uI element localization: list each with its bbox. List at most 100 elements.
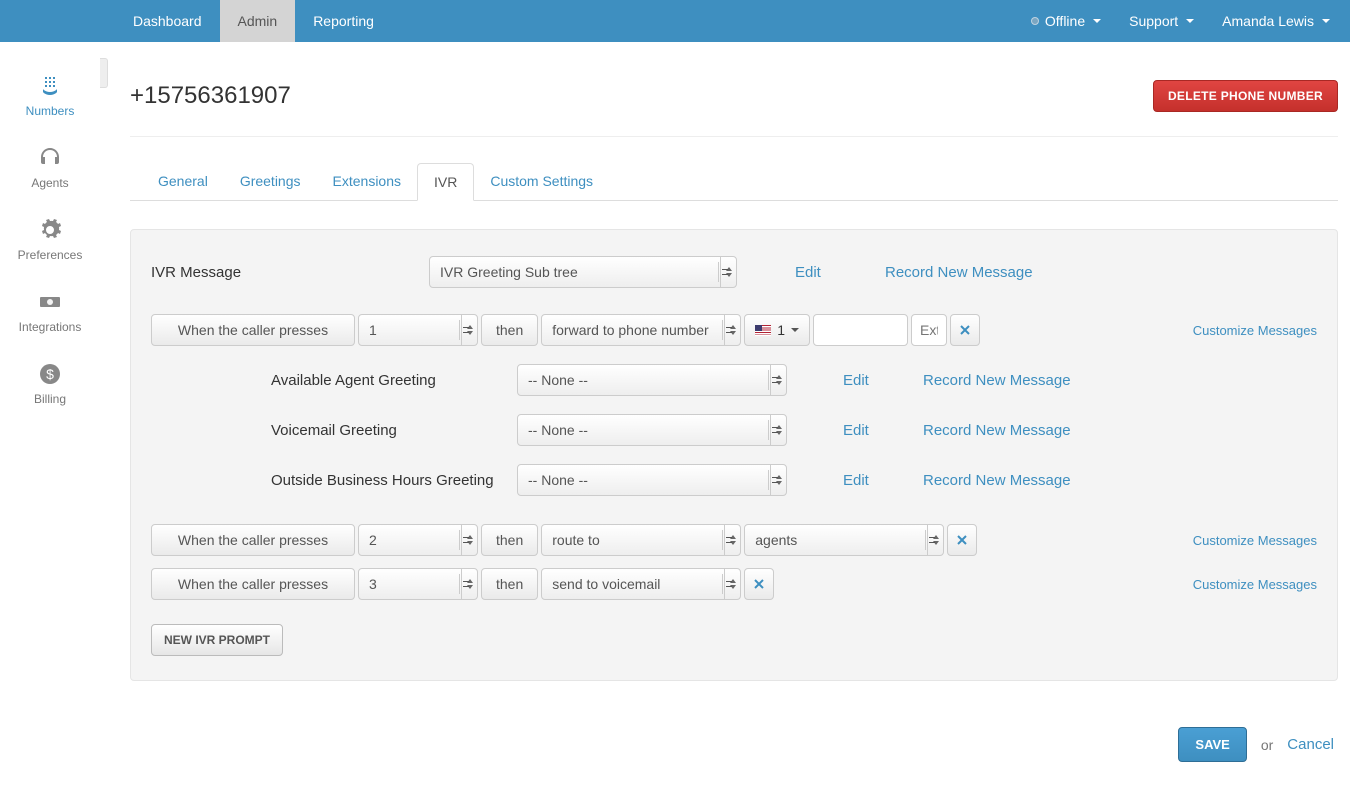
ivr-prompt-row: When the caller presses 2 then route to … bbox=[151, 524, 1317, 556]
target-select[interactable]: agents bbox=[744, 524, 944, 556]
then-button[interactable]: then bbox=[481, 524, 538, 556]
sidebar-item-billing[interactable]: $ Billing bbox=[0, 348, 100, 420]
greeting-edit-link[interactable]: Edit bbox=[843, 472, 923, 489]
when-presses-button[interactable]: When the caller presses bbox=[151, 524, 355, 556]
sidebar-item-agents[interactable]: Agents bbox=[0, 132, 100, 204]
dollar-circle-icon: $ bbox=[36, 362, 64, 386]
top-nav: Dashboard Admin Reporting bbox=[0, 0, 392, 42]
ivr-prompt-row: When the caller presses 1 then forward t… bbox=[151, 314, 1317, 346]
topbar-right: Offline Support Amanda Lewis bbox=[1031, 0, 1350, 42]
greeting-edit-link[interactable]: Edit bbox=[843, 422, 923, 439]
then-button[interactable]: then bbox=[481, 314, 538, 346]
tab-general[interactable]: General bbox=[142, 163, 224, 200]
greeting-select[interactable]: -- None -- bbox=[517, 464, 787, 496]
customize-messages-link[interactable]: Customize Messages bbox=[1193, 533, 1317, 548]
top-navbar-inner: Dashboard Admin Reporting Offline Suppor… bbox=[0, 0, 1350, 42]
page-title: +15756361907 bbox=[130, 82, 291, 110]
country-code: 1 bbox=[777, 322, 785, 338]
tab-greetings[interactable]: Greetings bbox=[224, 163, 317, 200]
status-dot-icon bbox=[1031, 17, 1039, 25]
greeting-select[interactable]: -- None -- bbox=[517, 364, 787, 396]
headset-icon bbox=[36, 146, 64, 170]
cash-icon bbox=[36, 290, 64, 314]
close-icon bbox=[957, 535, 967, 545]
tab-custom-settings[interactable]: Custom Settings bbox=[474, 163, 609, 200]
ivr-message-edit-link[interactable]: Edit bbox=[795, 264, 885, 281]
gear-icon bbox=[36, 218, 64, 242]
sidebar-label: Numbers bbox=[26, 104, 75, 118]
sidebar-label: Billing bbox=[34, 392, 66, 406]
greeting-select[interactable]: -- None -- bbox=[517, 414, 787, 446]
or-label: or bbox=[1261, 737, 1273, 753]
remove-prompt-button[interactable] bbox=[947, 524, 977, 556]
us-flag-icon bbox=[755, 325, 771, 336]
extension-input[interactable] bbox=[911, 314, 947, 346]
tab-ivr[interactable]: IVR bbox=[417, 163, 474, 201]
then-button[interactable]: then bbox=[481, 568, 538, 600]
sidebar-label: Preferences bbox=[18, 248, 83, 262]
support-label: Support bbox=[1129, 13, 1178, 29]
support-dropdown[interactable]: Support bbox=[1129, 13, 1194, 29]
sidebar-label: Agents bbox=[31, 176, 68, 190]
save-button[interactable]: SAVE bbox=[1178, 727, 1246, 762]
topnav-admin[interactable]: Admin bbox=[220, 0, 296, 42]
ivr-message-label: IVR Message bbox=[151, 264, 429, 281]
sidebar-item-preferences[interactable]: Preferences bbox=[0, 204, 100, 276]
customize-messages-link[interactable]: Customize Messages bbox=[1193, 577, 1317, 592]
status-label: Offline bbox=[1045, 13, 1085, 29]
tab-extensions[interactable]: Extensions bbox=[317, 163, 417, 200]
ivr-message-select[interactable]: IVR Greeting Sub tree bbox=[429, 256, 737, 288]
topnav-dashboard[interactable]: Dashboard bbox=[115, 0, 220, 42]
greeting-row: Voicemail Greeting -- None -- Edit Recor… bbox=[151, 414, 1317, 446]
when-presses-button[interactable]: When the caller presses bbox=[151, 568, 355, 600]
user-dropdown[interactable]: Amanda Lewis bbox=[1222, 13, 1330, 29]
top-navbar: Dashboard Admin Reporting Offline Suppor… bbox=[0, 0, 1350, 42]
action-select[interactable]: send to voicemail bbox=[541, 568, 741, 600]
ivr-panel: IVR Message IVR Greeting Sub tree Edit R… bbox=[130, 229, 1338, 681]
greeting-label: Available Agent Greeting bbox=[271, 372, 517, 389]
greeting-record-link[interactable]: Record New Message bbox=[923, 372, 1071, 389]
remove-prompt-button[interactable] bbox=[950, 314, 980, 346]
when-presses-button[interactable]: When the caller presses bbox=[151, 314, 355, 346]
user-name: Amanda Lewis bbox=[1222, 13, 1314, 29]
topnav-reporting[interactable]: Reporting bbox=[295, 0, 392, 42]
phone-dialpad-icon bbox=[36, 74, 64, 98]
close-icon bbox=[960, 325, 970, 335]
key-select[interactable]: 2 bbox=[358, 524, 478, 556]
chevron-down-icon bbox=[1093, 19, 1101, 23]
greeting-record-link[interactable]: Record New Message bbox=[923, 472, 1071, 489]
chevron-down-icon bbox=[1322, 19, 1330, 23]
phone-number-input[interactable] bbox=[813, 314, 908, 346]
status-dropdown[interactable]: Offline bbox=[1031, 13, 1101, 29]
ivr-message-row: IVR Message IVR Greeting Sub tree Edit R… bbox=[151, 256, 1317, 288]
action-select[interactable]: route to bbox=[541, 524, 741, 556]
remove-prompt-button[interactable] bbox=[744, 568, 774, 600]
ivr-prompt-row: When the caller presses 3 then send to v… bbox=[151, 568, 1317, 600]
greeting-row: Outside Business Hours Greeting -- None … bbox=[151, 464, 1317, 496]
ivr-message-record-link[interactable]: Record New Message bbox=[885, 264, 1033, 281]
new-ivr-prompt-button[interactable]: NEW IVR PROMPT bbox=[151, 624, 283, 656]
chevron-down-icon bbox=[791, 328, 799, 332]
greeting-row: Available Agent Greeting -- None -- Edit… bbox=[151, 364, 1317, 396]
key-select[interactable]: 1 bbox=[358, 314, 478, 346]
svg-text:$: $ bbox=[46, 366, 54, 382]
customize-messages-link[interactable]: Customize Messages bbox=[1193, 323, 1317, 338]
key-select[interactable]: 3 bbox=[358, 568, 478, 600]
sidebar: Numbers Agents Preferences Integrations … bbox=[0, 42, 100, 420]
greeting-record-link[interactable]: Record New Message bbox=[923, 422, 1071, 439]
divider bbox=[130, 136, 1338, 137]
sidebar-label: Integrations bbox=[19, 320, 82, 334]
tabs: General Greetings Extensions IVR Custom … bbox=[130, 163, 1338, 201]
greeting-edit-link[interactable]: Edit bbox=[843, 372, 923, 389]
ivr-message-select-wrap: IVR Greeting Sub tree bbox=[429, 256, 737, 288]
greeting-label: Outside Business Hours Greeting bbox=[271, 472, 517, 489]
sidebar-item-numbers[interactable]: Numbers bbox=[0, 60, 100, 132]
country-code-dropdown[interactable]: 1 bbox=[744, 314, 810, 346]
close-icon bbox=[754, 579, 764, 589]
sidebar-item-integrations[interactable]: Integrations bbox=[0, 276, 100, 348]
delete-phone-number-button[interactable]: DELETE PHONE NUMBER bbox=[1153, 80, 1338, 112]
action-select[interactable]: forward to phone number bbox=[541, 314, 741, 346]
chevron-down-icon bbox=[1186, 19, 1194, 23]
sidebar-collapse-handle[interactable] bbox=[100, 58, 108, 88]
cancel-link[interactable]: Cancel bbox=[1287, 736, 1334, 753]
